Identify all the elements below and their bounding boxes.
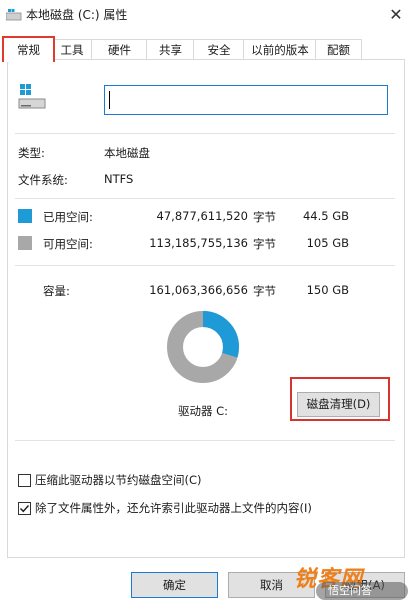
free-space-gb: 105 GB (306, 236, 349, 250)
used-space-swatch (18, 209, 32, 223)
free-space-unit: 字节 (253, 237, 276, 251)
tab-sharing[interactable]: 共享 (146, 39, 195, 60)
watermark-badge: 悟空问答 (316, 582, 408, 600)
tab-hardware[interactable]: 硬件 (91, 39, 148, 60)
disk-cleanup-button[interactable]: 磁盘清理(D) (297, 392, 380, 417)
free-space-bytes: 113,185,755,136 (149, 236, 248, 250)
drive-name-input[interactable] (104, 85, 388, 115)
index-label: 除了文件属性外，还允许索引此驱动器上文件的内容(I) (35, 501, 312, 515)
separator (15, 133, 395, 134)
tab-general[interactable]: 常规 (2, 36, 55, 62)
tab-strip: 常规 工具 硬件 共享 安全 以前的版本 配额 (0, 36, 411, 62)
filesystem-value: NTFS (104, 172, 134, 186)
window-title: 本地磁盘 (C:) 属性 (26, 8, 128, 22)
tab-previous-versions[interactable]: 以前的版本 (243, 39, 317, 60)
capacity-gb: 150 GB (306, 283, 349, 297)
capacity-label: 容量: (43, 284, 70, 298)
separator (15, 198, 395, 199)
used-space-gb: 44.5 GB (302, 209, 349, 223)
free-space-label: 可用空间: (43, 237, 93, 251)
tab-security[interactable]: 安全 (193, 39, 245, 60)
drive-icon (18, 84, 46, 109)
separator (15, 440, 395, 441)
used-space-bytes: 47,877,611,520 (156, 209, 248, 223)
free-space-swatch (18, 236, 32, 250)
type-label: 类型: (18, 146, 45, 160)
checkmark-icon (20, 505, 30, 513)
tab-tools[interactable]: 工具 (51, 39, 93, 60)
drive-icon (6, 9, 22, 21)
text-caret (109, 91, 110, 109)
used-space-label: 已用空间: (43, 210, 93, 224)
type-value: 本地磁盘 (104, 146, 150, 160)
close-button[interactable]: ✕ (381, 0, 411, 30)
capacity-bytes: 161,063,366,656 (149, 283, 248, 297)
index-checkbox[interactable] (18, 502, 31, 515)
drive-letter-label: 驱动器 C: (178, 404, 229, 418)
capacity-unit: 字节 (253, 284, 276, 298)
compress-label: 压缩此驱动器以节约磁盘空间(C) (35, 473, 202, 487)
used-space-unit: 字节 (253, 210, 276, 224)
separator (15, 265, 395, 266)
compress-checkbox[interactable] (18, 474, 31, 487)
title-bar: 本地磁盘 (C:) 属性 ✕ (0, 0, 411, 30)
ok-button[interactable]: 确定 (131, 572, 218, 598)
disk-usage-donut (167, 311, 239, 383)
tab-quota[interactable]: 配额 (315, 39, 362, 60)
filesystem-label: 文件系统: (18, 173, 68, 187)
